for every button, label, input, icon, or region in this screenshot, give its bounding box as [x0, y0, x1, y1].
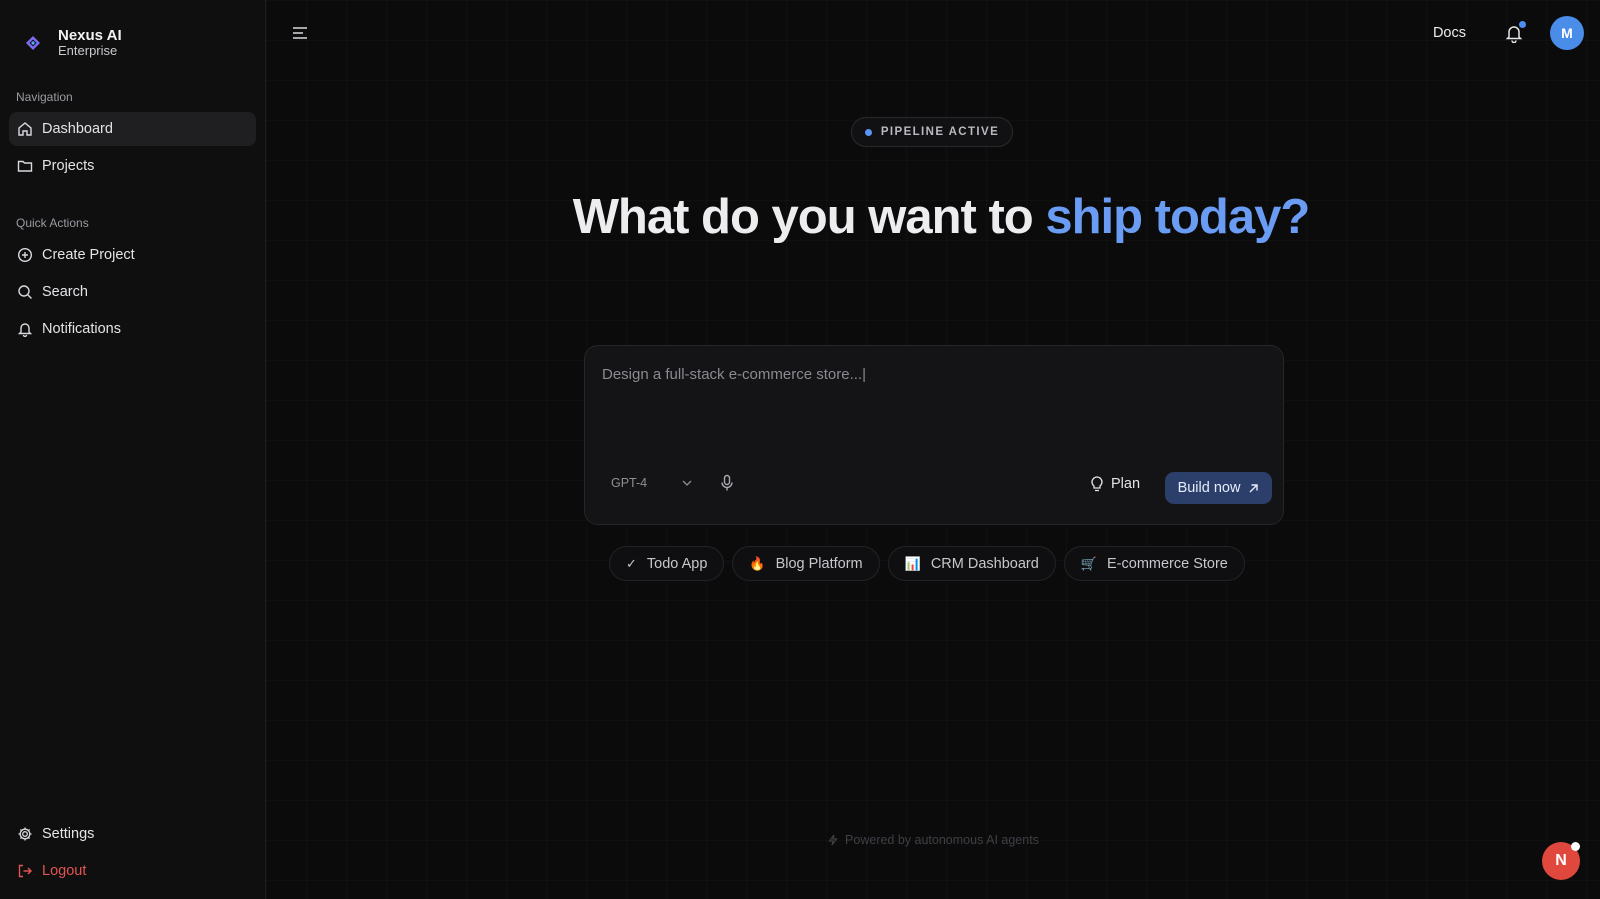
headline-accent: ship today?: [1045, 190, 1310, 244]
main-content: Docs M PIPELINE ACTIVE What do you want …: [266, 0, 1600, 899]
gear-icon: [18, 827, 32, 841]
brand-text: Nexus AI Enterprise: [58, 27, 122, 59]
sidebar-item-dashboard[interactable]: Dashboard: [9, 112, 256, 146]
sidebar-item-notifications[interactable]: Notifications: [9, 312, 256, 346]
brand[interactable]: Nexus AI Enterprise: [0, 0, 265, 68]
user-avatar[interactable]: M: [1550, 16, 1584, 50]
status-dot-icon: [864, 128, 872, 136]
fire-icon: 🔥: [749, 555, 766, 571]
brand-name: Nexus AI: [58, 26, 122, 44]
model-select[interactable]: GPT-4: [603, 470, 698, 496]
notification-dot: [1519, 21, 1526, 28]
float-badge-initial: N: [1555, 852, 1567, 869]
logo-icon: [26, 36, 40, 50]
model-select-value: GPT-4: [611, 476, 648, 490]
sidebar-item-projects[interactable]: Projects: [9, 149, 256, 183]
sidebar-item-label: Dashboard: [42, 121, 113, 137]
headline-main: What do you want to: [572, 190, 1046, 244]
sidebar-item-label: Logout: [42, 863, 87, 879]
chip-ecommerce-store[interactable]: 🛒 E-commerce Store: [1063, 546, 1245, 581]
plan-label: Plan: [1111, 476, 1141, 492]
sidebar-item-label: Projects: [42, 158, 95, 174]
search-icon: [18, 285, 32, 299]
floating-assistant-button[interactable]: N: [1542, 842, 1580, 880]
plus-circle-icon: [17, 247, 33, 263]
sidebar: Nexus AI Enterprise Navigation Dashboard…: [0, 0, 266, 899]
float-badge-dot: [1571, 842, 1580, 851]
notifications-button[interactable]: [1504, 21, 1526, 44]
home-icon: [18, 122, 32, 136]
build-now-button[interactable]: Build now: [1165, 472, 1272, 504]
sidebar-item-search[interactable]: Search: [9, 275, 256, 309]
sidebar-item-label: Settings: [42, 826, 95, 842]
lightbulb-icon: [1091, 476, 1103, 492]
sidebar-item-label: Search: [42, 284, 88, 300]
plan-button[interactable]: Plan: [1090, 472, 1140, 496]
prompt-box: Design a full-stack e-commerce store...|…: [584, 345, 1284, 525]
chip-todo-app[interactable]: ✓ Todo App: [609, 546, 725, 581]
docs-link[interactable]: Docs: [1433, 25, 1466, 41]
lightning-icon: [828, 834, 838, 846]
topbar-right: Docs M: [1433, 16, 1584, 50]
bell-icon: [17, 323, 33, 337]
bar-chart-icon: 📊: [904, 555, 921, 571]
page-title: What do you want to ship today?: [566, 188, 1316, 246]
chip-label: Blog Platform: [775, 555, 863, 572]
shopping-cart-icon: 🛒: [1080, 555, 1097, 571]
brand-subtitle: Enterprise: [58, 43, 118, 59]
sidebar-item-logout[interactable]: Logout: [9, 854, 256, 888]
microphone-icon[interactable]: [719, 474, 735, 492]
chevron-down-icon: [682, 480, 692, 486]
sidebar-item-label: Notifications: [42, 321, 121, 337]
footer-text: Powered by autonomous AI agents: [845, 833, 1039, 847]
chip-label: E-commerce Store: [1107, 555, 1228, 572]
sidebar-bottom: Settings Logout: [0, 817, 265, 891]
folder-icon: [17, 160, 33, 172]
menu-toggle-icon[interactable]: [291, 25, 309, 41]
status-label: PIPELINE ACTIVE: [880, 126, 1000, 138]
quick-actions-label: Quick Actions: [16, 216, 89, 230]
sidebar-item-label: Create Project: [42, 247, 135, 263]
nav-section-label: Navigation: [16, 90, 73, 104]
status-badge: PIPELINE ACTIVE: [851, 117, 1013, 147]
arrow-up-right-icon: [1249, 483, 1259, 492]
chip-crm-dashboard[interactable]: 📊 CRM Dashboard: [887, 546, 1056, 581]
chip-blog-platform[interactable]: 🔥 Blog Platform: [732, 546, 880, 581]
sidebar-item-settings[interactable]: Settings: [9, 817, 256, 851]
prompt-input[interactable]: Design a full-stack e-commerce store...|: [602, 366, 866, 383]
chip-label: Todo App: [646, 555, 708, 572]
build-label: Build now: [1177, 480, 1241, 496]
sidebar-item-create-project[interactable]: Create Project: [9, 238, 256, 272]
footer-note: Powered by autonomous AI agents: [266, 833, 1600, 847]
check-icon: ✓: [626, 555, 637, 571]
chip-label: CRM Dashboard: [930, 555, 1039, 572]
logout-icon: [18, 864, 32, 878]
app-root: Nexus AI Enterprise Navigation Dashboard…: [0, 0, 1600, 899]
template-chips: ✓ Todo App 🔥 Blog Platform 📊 CRM Dashboa…: [609, 546, 1253, 581]
